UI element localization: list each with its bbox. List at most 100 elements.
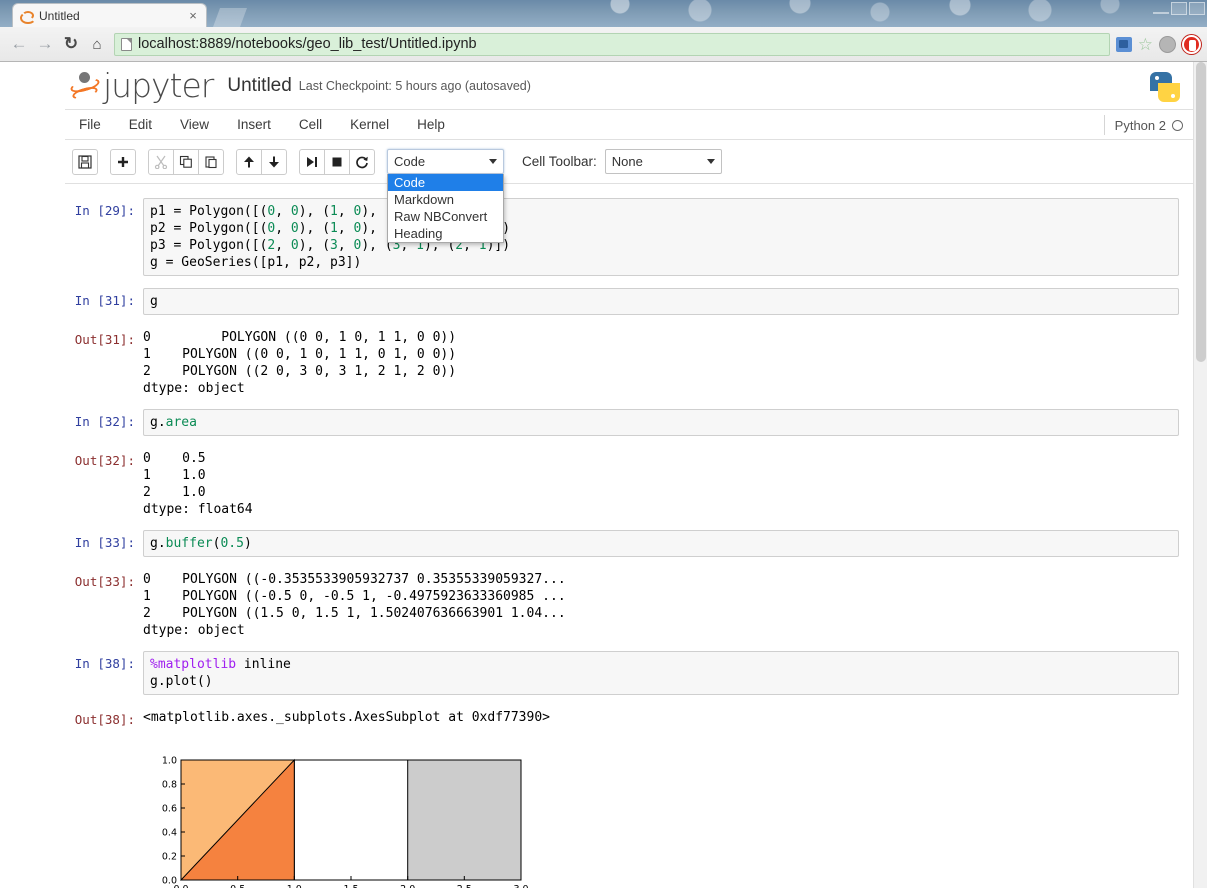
jupyter-logo[interactable]: jupyter <box>69 66 214 105</box>
browser-tab[interactable]: Untitled × <box>12 3 207 27</box>
code-cell[interactable]: In [38]: %matplotlib inline g.plot() <box>65 651 1193 695</box>
y-tick-label: 0.8 <box>162 780 177 791</box>
browser-chrome: Untitled × ← → ↻ ⌂ localhost:8889/notebo… <box>0 0 1207 62</box>
code-cell[interactable]: In [31]: g <box>65 288 1193 315</box>
cut-cell-button[interactable] <box>148 148 174 175</box>
forward-button[interactable]: → <box>32 31 58 57</box>
code-line: g.area <box>150 415 197 430</box>
menu-file[interactable]: File <box>65 113 115 136</box>
x-tick-label: 2.0 <box>400 884 415 888</box>
output-line: <matplotlib.axes._subplots.AxesSubplot a… <box>143 710 550 725</box>
minimize-button[interactable] <box>1153 5 1169 14</box>
jupyter-toolbar: Code Code Markdown Raw NBConvert Heading… <box>65 140 1193 243</box>
code-cell[interactable]: In [29]: p1 = Polygon([(0, 0), (1, 0), (… <box>65 198 1193 276</box>
page-scrollbar-thumb[interactable] <box>1196 62 1206 362</box>
code-line: g = GeoSeries([p1, p2, p3]) <box>150 255 362 270</box>
code-cell[interactable]: In [32]: g.area <box>65 409 1193 436</box>
cell-type-option-code[interactable]: Code <box>388 174 503 191</box>
page-icon <box>121 37 132 51</box>
code-editor[interactable]: p1 = Polygon([(0, 0), (1, 0), (1, 1)]) p2… <box>143 198 1179 276</box>
menu-view[interactable]: View <box>166 113 223 136</box>
input-prompt: In [33]: <box>74 535 135 550</box>
y-tick-label: 0.4 <box>162 828 177 839</box>
move-cell-up-button[interactable] <box>236 148 262 175</box>
home-button[interactable]: ⌂ <box>84 31 110 57</box>
notebook-cells: In [29]: p1 = Polygon([(0, 0), (1, 0), (… <box>65 184 1193 888</box>
y-tick-label: 1.0 <box>162 756 177 767</box>
address-bar[interactable]: localhost:8889/notebooks/geo_lib_test/Un… <box>114 32 1110 56</box>
output-cell: Out[33]: 0 POLYGON ((-0.3535533905932737… <box>65 569 1193 639</box>
menu-kernel[interactable]: Kernel <box>336 113 403 136</box>
cell-toolbar-select[interactable]: None <box>604 149 722 174</box>
notebook-name[interactable]: Untitled <box>227 75 291 97</box>
code-line: p2 = Polygon([(0, 0), (1, 0), (1, 1), (0… <box>150 221 510 236</box>
output-line: dtype: float64 <box>143 502 253 517</box>
kernel-idle-circle-icon[interactable] <box>1172 119 1183 131</box>
chevron-down-icon <box>489 159 497 164</box>
output-line: 1 1.0 <box>143 468 206 483</box>
cell-type-menu[interactable]: Code Markdown Raw NBConvert Heading <box>387 174 504 243</box>
run-cell-button[interactable] <box>299 148 325 175</box>
x-tick-label: 3.0 <box>513 884 528 888</box>
y-tick-label: 0.2 <box>162 852 177 863</box>
code-editor[interactable]: %matplotlib inline g.plot() <box>143 651 1179 695</box>
menu-help[interactable]: Help <box>403 113 459 136</box>
output-cell: Out[31]: 0 POLYGON ((0 0, 1 0, 1 1, 0 0)… <box>65 327 1193 397</box>
maximize-button[interactable] <box>1171 2 1187 15</box>
back-button[interactable]: ← <box>6 31 32 57</box>
cell-type-option-markdown[interactable]: Markdown <box>388 191 503 208</box>
input-prompt: In [38]: <box>74 656 135 671</box>
output-cell: Out[38]: <matplotlib.axes._subplots.Axes… <box>65 707 1193 727</box>
globe-icon[interactable] <box>1159 35 1176 53</box>
output-text: <matplotlib.axes._subplots.AxesSubplot a… <box>143 707 1179 726</box>
matplotlib-figure: 0.0 0.5 1.0 1.5 2.0 2.5 3.0 0.0 0.2 0.4 … <box>143 739 543 888</box>
jupyter-header: jupyter Untitled Last Checkpoint: 5 hour… <box>65 62 1193 110</box>
window-controls <box>1149 0 1205 20</box>
browser-tabstrip: Untitled × <box>0 0 1207 27</box>
restart-kernel-button[interactable] <box>349 148 375 175</box>
code-cell[interactable]: In [33]: g.buffer(0.5) <box>65 530 1193 557</box>
output-prompt: Out[31]: <box>74 332 135 347</box>
translate-icon[interactable] <box>1115 36 1132 52</box>
close-icon[interactable]: × <box>186 9 200 23</box>
code-editor[interactable]: g.buffer(0.5) <box>143 530 1179 557</box>
cell-toolbar-label: Cell Toolbar: <box>522 154 597 169</box>
kernel-name: Python 2 <box>1114 117 1166 133</box>
cell-type-option-raw[interactable]: Raw NBConvert <box>388 208 503 225</box>
menu-cell[interactable]: Cell <box>285 113 336 136</box>
output-line: 2 POLYGON ((2 0, 3 0, 3 1, 2 1, 2 0)) <box>143 364 457 379</box>
cell-type-select[interactable]: Code <box>387 149 504 174</box>
paste-cell-button[interactable] <box>198 148 224 175</box>
x-tick-label: 0.5 <box>230 884 245 888</box>
menu-insert[interactable]: Insert <box>223 113 285 136</box>
output-line: dtype: object <box>143 381 245 396</box>
insert-cell-below-button[interactable] <box>110 148 136 175</box>
page-scrollbar[interactable] <box>1193 62 1207 888</box>
figure-output-cell: 0.0 0.5 1.0 1.5 2.0 2.5 3.0 0.0 0.2 0.4 … <box>65 739 1193 888</box>
interrupt-kernel-button[interactable] <box>324 148 350 175</box>
x-tick-label: 1.5 <box>343 884 358 888</box>
cell-type-option-heading[interactable]: Heading <box>388 225 503 242</box>
notebook-page: jupyter Untitled Last Checkpoint: 5 hour… <box>0 62 1207 888</box>
code-line: p1 = Polygon([(0, 0), (1, 0), (1, 1)]) <box>150 204 447 219</box>
code-editor[interactable]: g <box>143 288 1179 315</box>
toolbar-group-insert <box>110 148 136 175</box>
adblock-icon[interactable] <box>1182 34 1201 54</box>
copy-cell-button[interactable] <box>173 148 199 175</box>
output-text: 0 0.5 1 1.0 2 1.0 dtype: float64 <box>143 448 1179 518</box>
cell-type-value: Code <box>394 154 426 169</box>
jupyter-favicon-icon <box>19 9 36 24</box>
reload-button[interactable]: ↻ <box>58 31 84 57</box>
save-button[interactable] <box>72 148 98 175</box>
output-line: 2 1.0 <box>143 485 206 500</box>
browser-tab-title: Untitled <box>39 8 80 23</box>
code-editor[interactable]: g.area <box>143 409 1179 436</box>
plot-polygons <box>179 758 522 881</box>
menu-edit[interactable]: Edit <box>115 113 166 136</box>
close-window-button[interactable] <box>1189 2 1205 15</box>
move-cell-down-button[interactable] <box>261 148 287 175</box>
star-icon[interactable]: ☆ <box>1138 36 1153 53</box>
output-prompt: Out[38]: <box>74 712 135 727</box>
cell-type-dropdown[interactable]: Code Code Markdown Raw NBConvert Heading <box>387 149 504 243</box>
y-tick-label: 0.0 <box>162 876 177 887</box>
